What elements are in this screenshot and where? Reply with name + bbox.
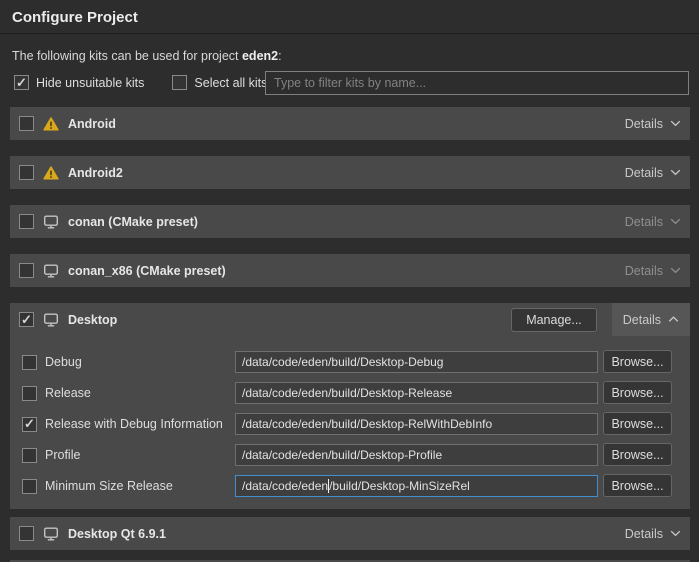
debug-checkbox[interactable] xyxy=(22,355,37,370)
details-label: Details xyxy=(625,117,663,131)
hide-unsuitable-kits-checkbox[interactable]: ✓ xyxy=(14,75,29,90)
kit-android-details-button[interactable]: Details xyxy=(625,117,681,131)
kit-android2-details-button[interactable]: Details xyxy=(625,166,681,180)
kit-name: Desktop Qt 6.9.1 xyxy=(68,527,166,541)
kit-desktop-details-button[interactable]: Details xyxy=(612,303,690,336)
kit-row-conan-x86: conan_x86 (CMake preset) Details xyxy=(10,254,690,287)
kits-description-suffix: : xyxy=(278,49,281,63)
release-path-input[interactable] xyxy=(235,382,598,404)
details-label: Details xyxy=(623,313,661,327)
chevron-down-icon xyxy=(670,169,681,176)
chevron-down-icon xyxy=(670,120,681,127)
release-browse-button[interactable]: Browse... xyxy=(603,381,672,404)
kit-name: conan (CMake preset) xyxy=(68,215,198,229)
kit-conan-x86-checkbox[interactable] xyxy=(19,263,34,278)
details-label: Details xyxy=(625,264,663,278)
relwithdebinfo-browse-button[interactable]: Browse... xyxy=(603,412,672,435)
profile-checkbox[interactable] xyxy=(22,448,37,463)
build-config-row-minsizerel: Minimum Size Release /data/code/eden/bui… xyxy=(10,474,690,498)
minsizerel-browse-button[interactable]: Browse... xyxy=(603,474,672,497)
kit-desktop-qt-checkbox[interactable] xyxy=(19,526,34,541)
title-separator xyxy=(0,33,699,34)
warning-icon xyxy=(43,117,59,131)
chevron-down-icon xyxy=(670,530,681,537)
check-icon: ✓ xyxy=(16,76,27,89)
configure-project-page: Configure Project The following kits can… xyxy=(0,0,699,562)
page-title: Configure Project xyxy=(12,9,138,26)
desktop-monitor-icon xyxy=(43,527,59,541)
kit-conan-x86-details-button[interactable]: Details xyxy=(625,264,681,278)
kit-name: Android xyxy=(68,117,116,131)
relwithdebinfo-checkbox[interactable]: ✓ xyxy=(22,417,37,432)
minsizerel-path-input[interactable]: /data/code/eden/build/Desktop-MinSizeRel xyxy=(235,475,598,497)
kit-conan-details-button[interactable]: Details xyxy=(625,215,681,229)
kit-row-desktop: ✓ Desktop Manage... Details xyxy=(10,303,690,336)
path-text-after-caret: /build/Desktop-MinSizeRel xyxy=(329,479,470,493)
desktop-monitor-icon xyxy=(43,215,59,229)
filter-bar: ✓ Hide unsuitable kits Select all kits xyxy=(14,75,267,90)
kit-row-android2: Android2 Details xyxy=(10,156,690,189)
kit-row-desktop-qt: Desktop Qt 6.9.1 Details xyxy=(10,517,690,550)
relwithdebinfo-path-input[interactable] xyxy=(235,413,598,435)
debug-path-input[interactable] xyxy=(235,351,598,373)
build-config-row-debug: Debug Browse... xyxy=(10,350,690,374)
kit-android2-checkbox[interactable] xyxy=(19,165,34,180)
warning-icon xyxy=(43,166,59,180)
check-icon: ✓ xyxy=(24,417,35,430)
kit-desktop-checkbox[interactable]: ✓ xyxy=(19,312,34,327)
profile-path-input[interactable] xyxy=(235,444,598,466)
kit-row-conan: conan (CMake preset) Details xyxy=(10,205,690,238)
desktop-monitor-icon xyxy=(43,264,59,278)
check-icon: ✓ xyxy=(21,313,32,326)
kits-description: The following kits can be used for proje… xyxy=(12,49,282,63)
kit-panel-desktop: ✓ Desktop Manage... Details Debug Browse… xyxy=(10,303,690,509)
kit-desktop-qt-details-button[interactable]: Details xyxy=(625,527,681,541)
chevron-down-icon xyxy=(670,218,681,225)
kits-description-prefix: The following kits can be used for proje… xyxy=(12,49,242,63)
select-all-kits-checkbox[interactable] xyxy=(172,75,187,90)
build-config-label: Release with Debug Information xyxy=(45,417,223,431)
release-checkbox[interactable] xyxy=(22,386,37,401)
details-label: Details xyxy=(625,166,663,180)
kit-android-checkbox[interactable] xyxy=(19,116,34,131)
build-config-label: Minimum Size Release xyxy=(45,479,173,493)
chevron-down-icon xyxy=(670,267,681,274)
build-config-row-relwithdebinfo: ✓ Release with Debug Information Browse.… xyxy=(10,412,690,436)
build-config-label: Debug xyxy=(45,355,82,369)
build-config-row-profile: Profile Browse... xyxy=(10,443,690,467)
manage-kits-button[interactable]: Manage... xyxy=(511,308,597,332)
minsizerel-checkbox[interactable] xyxy=(22,479,37,494)
kit-filter-input[interactable] xyxy=(265,71,689,95)
build-config-row-release: Release Browse... xyxy=(10,381,690,405)
kit-name: Android2 xyxy=(68,166,123,180)
build-config-label: Release xyxy=(45,386,91,400)
hide-unsuitable-kits-label: Hide unsuitable kits xyxy=(36,76,144,90)
details-label: Details xyxy=(625,215,663,229)
kit-conan-checkbox[interactable] xyxy=(19,214,34,229)
kit-row-android: Android Details xyxy=(10,107,690,140)
chevron-up-icon xyxy=(668,316,679,323)
select-all-kits-label: Select all kits xyxy=(194,76,267,90)
desktop-monitor-icon xyxy=(43,313,59,327)
debug-browse-button[interactable]: Browse... xyxy=(603,350,672,373)
profile-browse-button[interactable]: Browse... xyxy=(603,443,672,466)
build-config-label: Profile xyxy=(45,448,80,462)
kit-name: conan_x86 (CMake preset) xyxy=(68,264,226,278)
path-text-before-caret: /data/code/eden xyxy=(242,479,328,493)
project-name: eden2 xyxy=(242,49,278,63)
details-label: Details xyxy=(625,527,663,541)
kit-name: Desktop xyxy=(68,313,117,327)
